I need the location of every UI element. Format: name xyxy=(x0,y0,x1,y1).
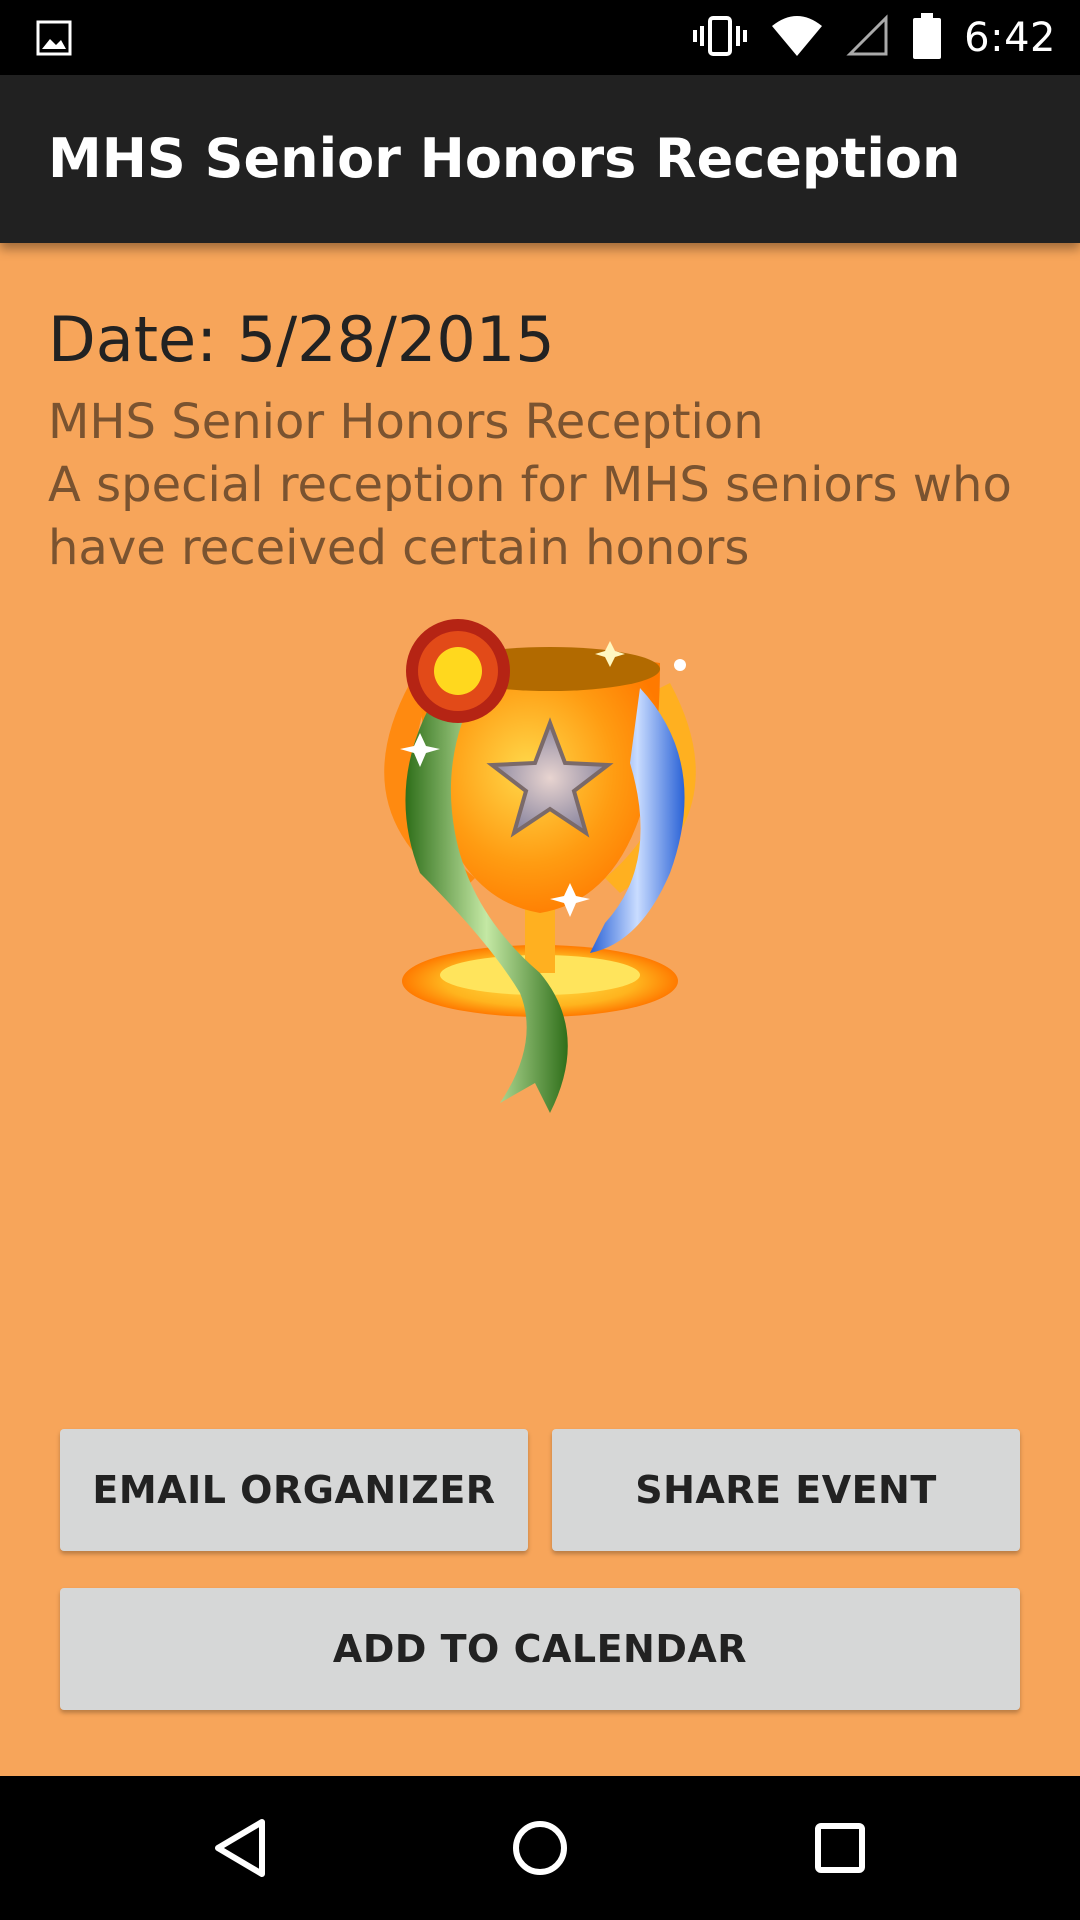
vibrate-icon xyxy=(692,14,748,62)
email-organizer-button[interactable]: EMAIL ORGANIZER xyxy=(60,1429,528,1551)
trophy-icon xyxy=(340,613,740,1123)
event-date: Date: 5/28/2015 xyxy=(48,303,555,376)
cellular-signal-icon xyxy=(846,13,890,62)
image-notification-icon xyxy=(36,20,72,56)
event-detail-content: Date: 5/28/2015 MHS Senior Honors Recept… xyxy=(0,243,1080,1776)
wifi-icon xyxy=(770,14,824,62)
event-description-title: MHS Senior Honors Reception xyxy=(48,394,764,450)
event-description-body: A special reception for MHS seniors who … xyxy=(48,457,1012,576)
add-to-calendar-button[interactable]: ADD TO CALENDAR xyxy=(60,1588,1020,1710)
navigation-bar xyxy=(0,1776,1080,1920)
app-title: MHS Senior Honors Reception xyxy=(48,127,961,190)
recents-icon[interactable] xyxy=(800,1808,880,1888)
back-icon[interactable] xyxy=(200,1808,280,1888)
status-icons: 6:42 xyxy=(692,0,1056,75)
event-description: MHS Senior Honors Reception A special re… xyxy=(48,391,1048,580)
status-time: 6:42 xyxy=(964,14,1056,61)
screen: 6:42 MHS Senior Honors Reception Date: 5… xyxy=(0,0,1080,1920)
app-bar: MHS Senior Honors Reception xyxy=(0,75,1080,243)
status-bar: 6:42 xyxy=(0,0,1080,75)
home-icon[interactable] xyxy=(500,1808,580,1888)
share-event-button[interactable]: SHARE EVENT xyxy=(552,1429,1020,1551)
battery-icon xyxy=(912,12,942,64)
